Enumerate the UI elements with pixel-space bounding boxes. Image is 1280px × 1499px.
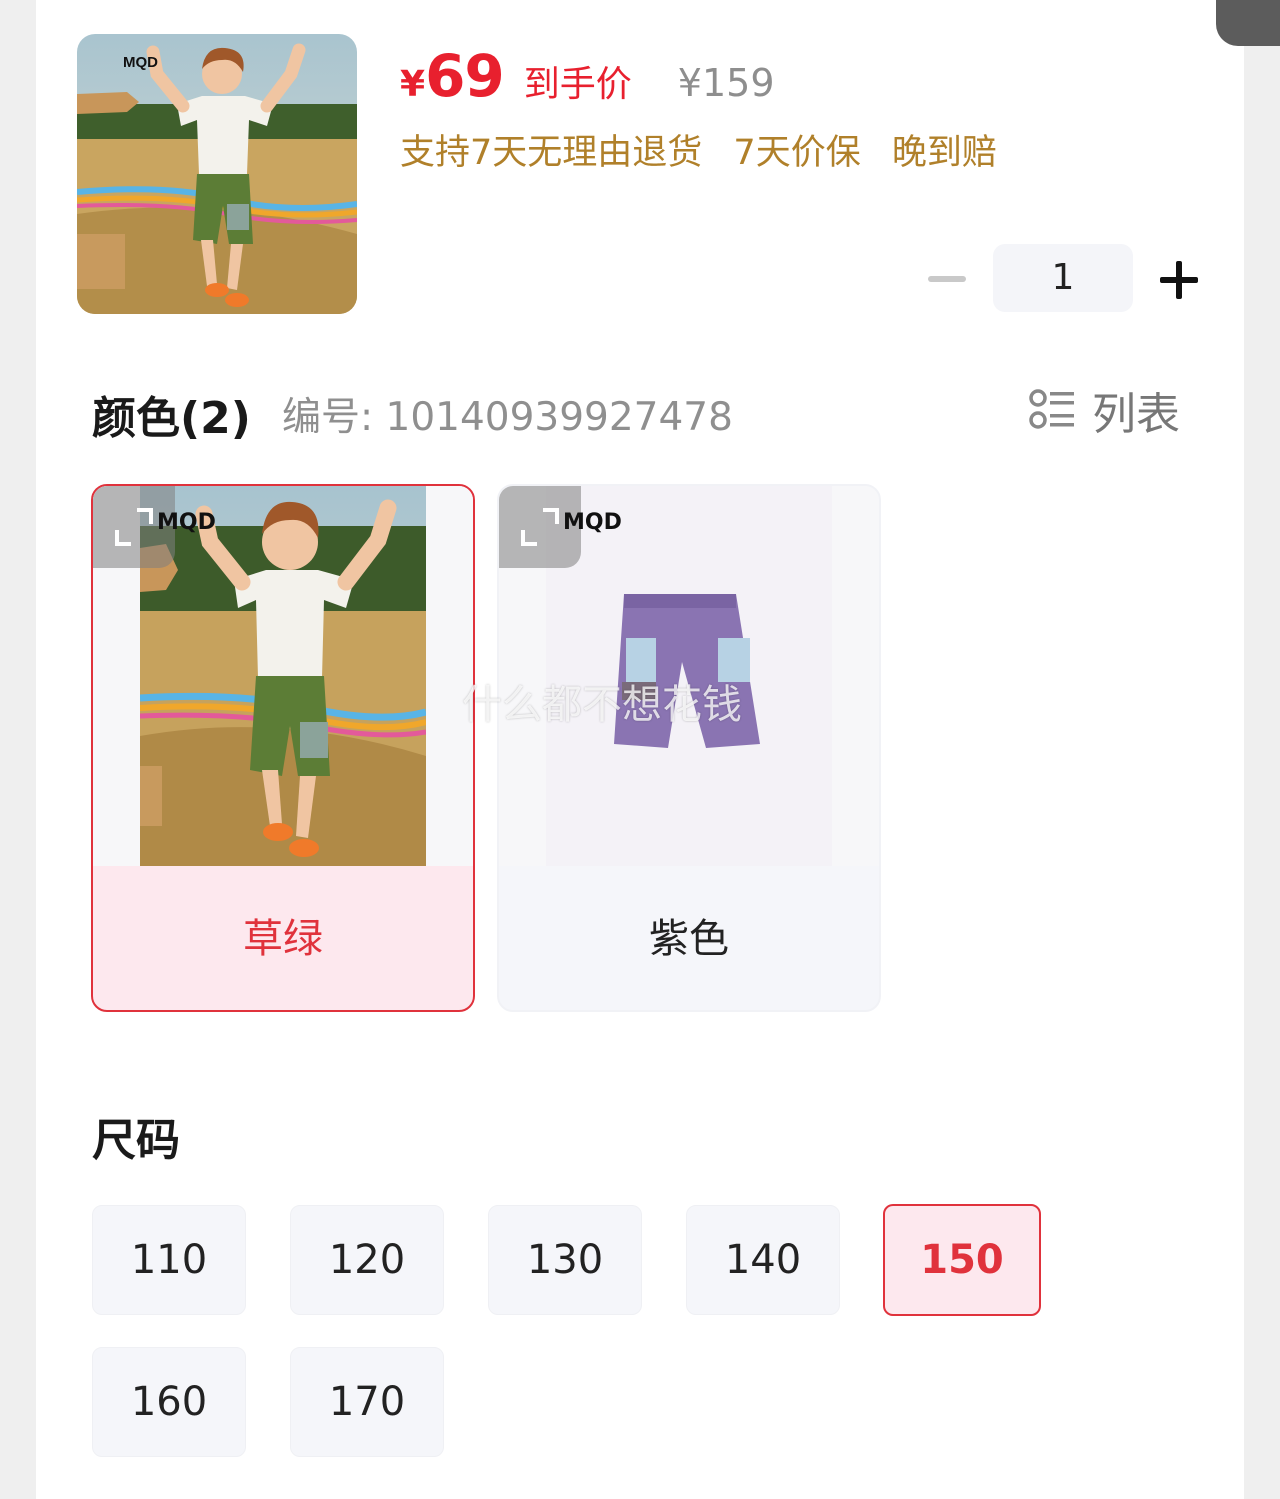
increase-quantity-button[interactable] <box>1160 261 1198 299</box>
size-option-150-selected[interactable]: 150 <box>883 1204 1041 1316</box>
green-shorts-photo <box>140 486 426 866</box>
original-price: ¥159 <box>677 61 775 105</box>
promise-late-compensate: 晚到赔 <box>891 133 997 173</box>
size-option-140[interactable]: 140 <box>686 1205 840 1315</box>
color-option-green[interactable]: MQD 草绿 <box>91 484 475 1012</box>
card-brand-logo: MQD <box>563 510 622 535</box>
size-option-120[interactable]: 120 <box>290 1205 444 1315</box>
watermark-text: 什么都不想花钱 <box>462 682 742 728</box>
size-option-130[interactable]: 130 <box>488 1205 642 1315</box>
close-tab[interactable] <box>1216 0 1280 46</box>
size-option-110[interactable]: 110 <box>92 1205 246 1315</box>
quantity-input[interactable]: 1 <box>993 244 1133 312</box>
color-section-title: 颜色(2) <box>92 393 251 444</box>
product-photo: MQD <box>77 34 357 314</box>
thumbnail-brand-logo: MQD <box>123 54 158 71</box>
promise-return: 支持7天无理由退货 <box>400 133 703 173</box>
product-code: 编号: 10140939927478 <box>282 395 733 440</box>
list-view-label: 列表 <box>1092 389 1180 440</box>
size-option-170[interactable]: 170 <box>290 1347 444 1457</box>
size-section-title: 尺码 <box>92 1115 180 1166</box>
color-option-label: 紫色 <box>649 916 729 962</box>
promise-price-protect: 7天价保 <box>733 133 861 173</box>
price-row: ¥ 69 到手价 ¥159 <box>400 42 775 112</box>
final-price: 69 <box>425 42 505 110</box>
color-option-purple[interactable]: MQD 紫色 <box>497 484 881 1012</box>
color-option-label: 草绿 <box>243 916 323 962</box>
decrease-quantity-button[interactable] <box>928 276 966 282</box>
card-brand-logo: MQD <box>157 510 216 535</box>
product-thumbnail[interactable]: MQD <box>77 34 357 314</box>
size-option-160[interactable]: 160 <box>92 1347 246 1457</box>
list-view-icon <box>1029 389 1074 429</box>
service-promises: 支持7天无理由退货 7天价保 晚到赔 <box>400 124 1017 175</box>
currency-symbol: ¥ <box>400 64 426 105</box>
final-price-label: 到手价 <box>523 64 632 105</box>
list-view-toggle[interactable]: 列表 <box>1028 382 1180 440</box>
